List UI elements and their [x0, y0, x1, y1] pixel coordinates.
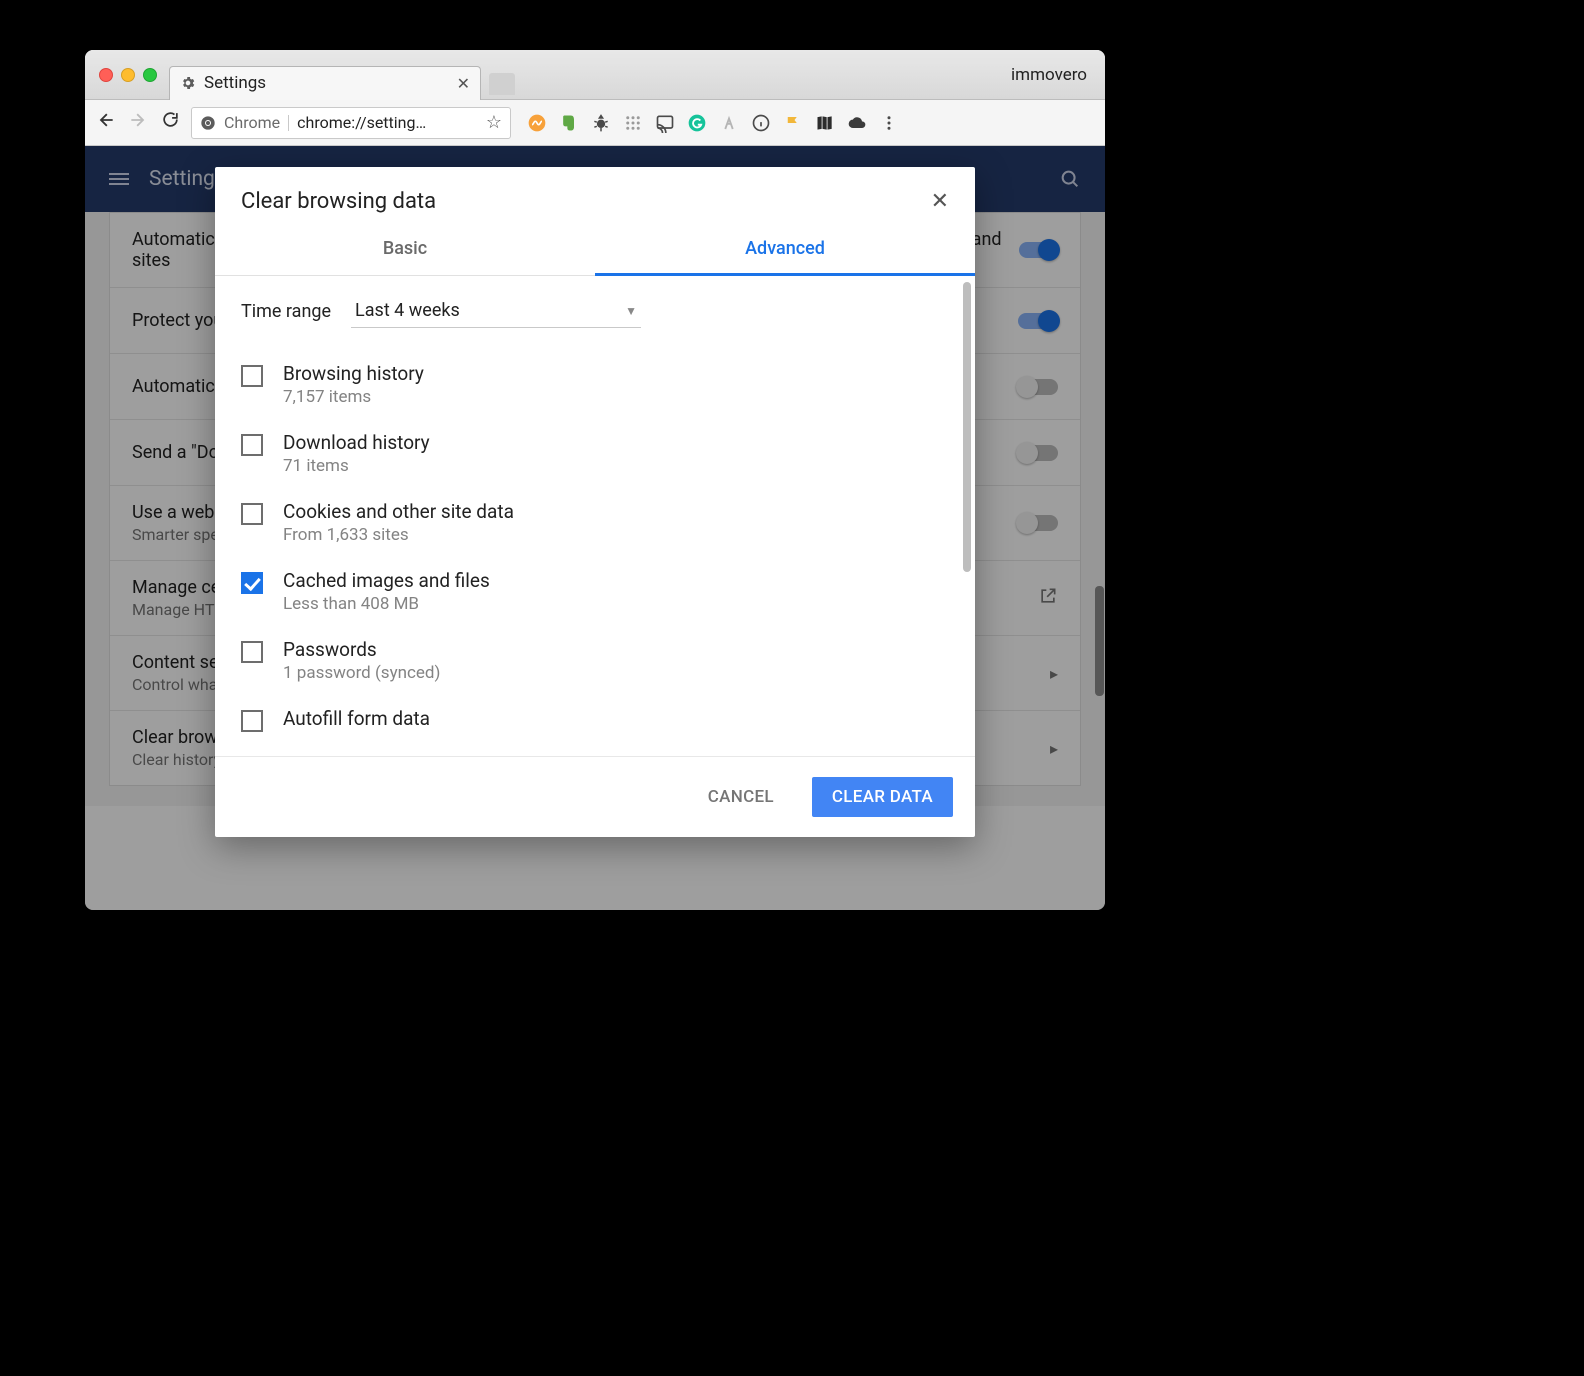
clear-data-option[interactable]: Autofill form data	[241, 695, 949, 744]
profile-name[interactable]: immovero	[1011, 65, 1087, 85]
clear-data-option[interactable]: Cookies and other site dataFrom 1,633 si…	[241, 488, 949, 557]
tab-title: Settings	[204, 73, 266, 93]
browser-menu-icon[interactable]	[879, 113, 899, 133]
chrome-icon	[200, 115, 216, 131]
clear-browsing-data-dialog: Clear browsing data ✕ Basic Advanced Tim…	[215, 167, 975, 837]
dialog-footer: CANCEL CLEAR DATA	[215, 756, 975, 837]
time-range-label: Time range	[241, 301, 331, 322]
checkbox[interactable]	[241, 572, 263, 594]
browser-toolbar: Chrome chrome://setting… ☆	[85, 100, 1105, 146]
time-range-value: Last 4 weeks	[355, 300, 460, 321]
omnibox-origin-label: Chrome	[224, 113, 280, 132]
dialog-scrollbar[interactable]	[963, 282, 971, 572]
checkbox[interactable]	[241, 434, 263, 456]
bookmark-star-icon[interactable]: ☆	[486, 112, 502, 133]
settings-page: Settings Automatically send some system …	[85, 146, 1105, 910]
dialog-title: Clear browsing data	[241, 189, 436, 214]
extension-cloud-icon[interactable]	[847, 113, 867, 133]
clear-data-button[interactable]: CLEAR DATA	[812, 777, 953, 817]
omnibox[interactable]: Chrome chrome://setting… ☆	[191, 107, 511, 139]
window-close-button[interactable]	[99, 68, 113, 82]
extension-flag-icon[interactable]	[783, 113, 803, 133]
option-label: Cached images and files	[283, 569, 490, 592]
option-label: Cookies and other site data	[283, 500, 514, 523]
window-titlebar: Settings ✕ immovero	[85, 50, 1105, 100]
nav-forward-button[interactable]	[127, 110, 149, 136]
dialog-close-button[interactable]: ✕	[931, 189, 949, 214]
omnibox-url: chrome://setting…	[297, 113, 478, 132]
dialog-tabs: Basic Advanced	[215, 224, 975, 276]
clear-data-option[interactable]: Cached images and filesLess than 408 MB	[241, 557, 949, 626]
extension-evernote-icon[interactable]	[559, 113, 579, 133]
options-list: Browsing history7,157 itemsDownload hist…	[241, 350, 949, 744]
clear-data-option[interactable]: Browsing history7,157 items	[241, 350, 949, 419]
cancel-button[interactable]: CANCEL	[688, 777, 794, 817]
clear-data-option[interactable]: Download history71 items	[241, 419, 949, 488]
extension-row	[527, 113, 899, 133]
browser-window: Settings ✕ immovero Chrome chrome://sett…	[85, 50, 1105, 910]
option-sublabel: 7,157 items	[283, 387, 424, 407]
window-minimize-button[interactable]	[121, 68, 135, 82]
time-range-row: Time range Last 4 weeks ▼	[241, 294, 949, 328]
extension-bug-icon[interactable]	[591, 113, 611, 133]
nav-back-button[interactable]	[95, 110, 117, 136]
extension-books-icon[interactable]	[815, 113, 835, 133]
option-label: Passwords	[283, 638, 440, 661]
tab-advanced[interactable]: Advanced	[595, 224, 975, 276]
gear-icon	[180, 75, 196, 91]
option-sublabel: Less than 408 MB	[283, 594, 490, 614]
window-traffic-lights	[99, 68, 157, 82]
new-tab-button[interactable]	[489, 73, 515, 95]
option-sublabel: 1 password (synced)	[283, 663, 440, 683]
checkbox[interactable]	[241, 710, 263, 732]
clear-data-option[interactable]: Passwords1 password (synced)	[241, 626, 949, 695]
extension-cast-icon[interactable]	[655, 113, 675, 133]
tab-close-button[interactable]: ✕	[457, 74, 470, 93]
extension-grid-icon[interactable]	[623, 113, 643, 133]
checkbox[interactable]	[241, 365, 263, 387]
browser-tab[interactable]: Settings ✕	[169, 66, 481, 100]
extension-grammarly-icon[interactable]	[687, 113, 707, 133]
extension-lambda-icon[interactable]	[719, 113, 739, 133]
checkbox[interactable]	[241, 641, 263, 663]
tab-basic[interactable]: Basic	[215, 224, 595, 275]
window-zoom-button[interactable]	[143, 68, 157, 82]
omnibox-separator	[288, 115, 289, 131]
dialog-body: Time range Last 4 weeks ▼ Browsing histo…	[215, 276, 975, 756]
chevron-down-icon: ▼	[625, 304, 637, 318]
option-sublabel: 71 items	[283, 456, 430, 476]
checkbox[interactable]	[241, 503, 263, 525]
nav-reload-button[interactable]	[159, 110, 181, 135]
option-label: Download history	[283, 431, 430, 454]
extension-similarweb-icon[interactable]	[527, 113, 547, 133]
option-label: Browsing history	[283, 362, 424, 385]
extension-info-icon[interactable]	[751, 113, 771, 133]
time-range-select[interactable]: Last 4 weeks ▼	[351, 294, 641, 328]
option-label: Autofill form data	[283, 707, 430, 730]
option-sublabel: From 1,633 sites	[283, 525, 514, 545]
